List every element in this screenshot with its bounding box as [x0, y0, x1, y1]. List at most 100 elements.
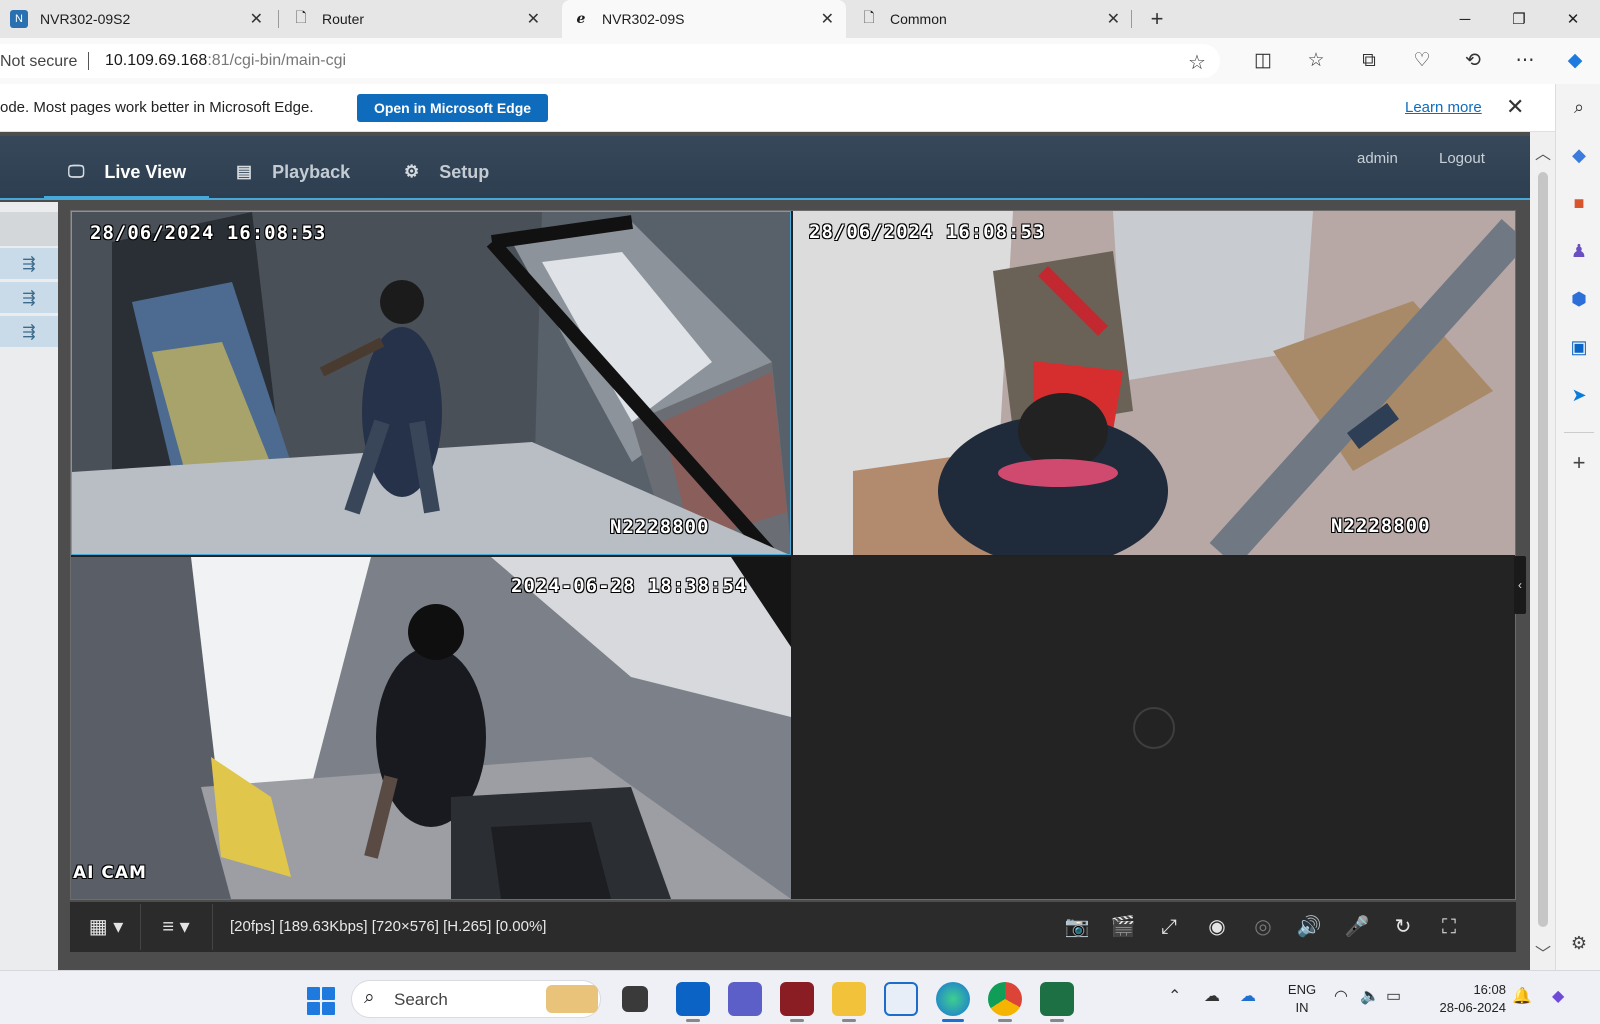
- chrome-browser-icon[interactable]: [988, 982, 1022, 1016]
- fisheye-icon[interactable]: ◎: [1250, 914, 1276, 940]
- 3d-positioning-icon[interactable]: ↻: [1390, 914, 1416, 940]
- refresh-ie-mode-icon[interactable]: ⟲: [1460, 48, 1486, 74]
- search-icon[interactable]: ⌕: [1566, 94, 1592, 120]
- taskbar-search-box[interactable]: ⌕ Search: [351, 980, 601, 1018]
- remote-desktop-icon[interactable]: [884, 982, 918, 1016]
- no-camera-icon: [1133, 707, 1175, 749]
- edge-browser-icon[interactable]: [936, 982, 970, 1016]
- url-box[interactable]: Not secure 10.109.69.168:81/cgi-bin/main…: [0, 44, 1220, 78]
- microsoft365-icon[interactable]: ⬢: [1566, 286, 1592, 312]
- favorite-star-icon[interactable]: ☆: [1188, 50, 1206, 75]
- nav-label: Setup: [439, 161, 490, 182]
- channel-row[interactable]: ⇶: [0, 316, 58, 348]
- send-icon[interactable]: ➤: [1566, 382, 1592, 408]
- add-icon[interactable]: +: [1566, 450, 1592, 476]
- favorites-icon[interactable]: ☆: [1303, 48, 1329, 74]
- windows-taskbar: ⌕ Search ⌃ ☁ ☁ ENG IN ◠ 🔈 ▭ 16:08 28-06-…: [0, 970, 1600, 1024]
- close-window-button[interactable]: ✕: [1546, 0, 1600, 38]
- url-text[interactable]: 10.109.69.168:81/cgi-bin/main-cgi: [105, 52, 346, 70]
- tab-nvr302-09s[interactable]: e NVR302-09S ✕: [562, 0, 846, 38]
- ie-icon: e: [576, 11, 586, 27]
- outlook-app-icon[interactable]: [676, 982, 710, 1016]
- collections-icon[interactable]: ⧉: [1356, 48, 1382, 74]
- tab-router[interactable]: 🗋 Router ✕: [282, 0, 552, 38]
- close-icon[interactable]: ✕: [527, 9, 540, 29]
- stream-switch-icon[interactable]: ⇶: [22, 254, 35, 274]
- copilot-icon[interactable]: ◆: [1562, 48, 1588, 74]
- film-icon: ▤: [236, 162, 253, 181]
- restore-button[interactable]: ❐: [1492, 0, 1546, 38]
- stream-switch-icon[interactable]: ⇶: [22, 322, 35, 342]
- video-cell-2[interactable]: 28/06/2024 16:08:53 N2228800: [793, 211, 1515, 555]
- video-cell-4-empty[interactable]: [793, 557, 1515, 899]
- scrollbar-thumb[interactable]: [1538, 172, 1548, 927]
- teams-app-icon[interactable]: [728, 982, 762, 1016]
- gear-icon[interactable]: ⚙: [1566, 930, 1592, 956]
- open-in-edge-button[interactable]: Open in Microsoft Edge: [357, 94, 548, 122]
- outlook-icon[interactable]: ▣: [1566, 334, 1592, 360]
- split-screen-icon[interactable]: ◫: [1250, 48, 1276, 74]
- snapshot-camera-icon[interactable]: 📷: [1064, 914, 1090, 940]
- stream-type-icon[interactable]: ≡ ▾: [154, 914, 198, 940]
- grid-layout-icon[interactable]: ▦ ▾: [84, 914, 128, 940]
- talk-microphone-icon[interactable]: 🎤: [1344, 914, 1370, 940]
- collapse-panel-button[interactable]: ‹: [1514, 556, 1526, 614]
- video-cell-3[interactable]: 2024-06-28 18:38:54 AI CAM: [71, 557, 791, 899]
- chevron-down-icon[interactable]: ﹀: [1535, 940, 1551, 964]
- games-icon[interactable]: ♟: [1566, 238, 1592, 264]
- camera-3-feed-image: [71, 557, 791, 899]
- fullscreen-icon[interactable]: ⛶: [1436, 914, 1462, 940]
- browser-essentials-icon[interactable]: ♡: [1409, 48, 1435, 74]
- tab-common[interactable]: 🗋 Common ✕: [850, 0, 1132, 38]
- wifi-icon[interactable]: ◠: [1334, 986, 1348, 1006]
- sidebar-divider: [1564, 432, 1594, 433]
- minimize-button[interactable]: ─: [1438, 0, 1492, 38]
- page-scrollbar[interactable]: ︿ ﹀: [1530, 132, 1555, 970]
- nav-live-view[interactable]: 🖵 Live View: [68, 158, 186, 186]
- close-icon[interactable]: ✕: [821, 9, 834, 29]
- task-view-icon[interactable]: [622, 986, 648, 1012]
- control-divider: [140, 904, 141, 950]
- active-tab-underline: [44, 196, 209, 200]
- search-placeholder: Search: [394, 990, 448, 1009]
- app-icon[interactable]: [780, 982, 814, 1016]
- clock[interactable]: 16:08 28-06-2024: [1420, 981, 1507, 1017]
- digital-zoom-icon[interactable]: ⤢: [1156, 914, 1182, 940]
- tab-nvr302-09s2[interactable]: N NVR302-09S2 ✕: [0, 0, 275, 38]
- channel-row[interactable]: ⇶: [0, 282, 58, 314]
- close-icon[interactable]: ✕: [1506, 94, 1524, 120]
- ptz-control-icon[interactable]: ◉: [1204, 914, 1230, 940]
- copilot-taskbar-icon[interactable]: ◆: [1552, 986, 1564, 1006]
- tab-divider: [1131, 10, 1132, 28]
- tools-icon[interactable]: ■: [1566, 190, 1592, 216]
- file-explorer-icon[interactable]: [832, 982, 866, 1016]
- more-menu-icon[interactable]: ⋯: [1512, 48, 1538, 74]
- shopping-tag-icon[interactable]: ◆: [1566, 142, 1592, 168]
- language-indicator[interactable]: ENG IN: [1282, 981, 1322, 1017]
- nav-playback[interactable]: ▤ Playback: [236, 158, 350, 186]
- excel-app-icon[interactable]: [1040, 982, 1074, 1016]
- video-cell-1[interactable]: 28/06/2024 16:08:53 N2228800: [71, 211, 791, 555]
- chevron-up-icon[interactable]: ⌃: [1168, 986, 1181, 1006]
- onedrive-cloud-icon[interactable]: ☁: [1204, 986, 1220, 1006]
- nav-setup[interactable]: ⚙ Setup: [404, 158, 489, 186]
- notification-bell-icon[interactable]: 🔔: [1512, 986, 1532, 1006]
- speaker-icon[interactable]: 🔊: [1296, 914, 1322, 940]
- chevron-up-icon[interactable]: ︿: [1535, 140, 1551, 164]
- onedrive-sync-icon[interactable]: ☁: [1240, 986, 1256, 1006]
- stream-switch-icon[interactable]: ⇶: [22, 288, 35, 308]
- user-name[interactable]: admin: [1357, 150, 1398, 167]
- not-secure-label[interactable]: Not secure: [0, 53, 77, 71]
- tab-title: NVR302-09S2: [40, 11, 131, 27]
- channel-row[interactable]: ⇶: [0, 248, 58, 280]
- new-tab-button[interactable]: +: [1142, 4, 1172, 34]
- record-clapper-icon[interactable]: 🎬: [1110, 914, 1136, 940]
- control-divider: [212, 904, 213, 950]
- windows-start-icon[interactable]: [307, 987, 335, 1015]
- battery-icon[interactable]: ▭: [1386, 986, 1401, 1006]
- close-icon[interactable]: ✕: [250, 9, 263, 29]
- learn-more-link[interactable]: Learn more: [1405, 99, 1482, 116]
- volume-icon[interactable]: 🔈: [1360, 986, 1380, 1006]
- logout-link[interactable]: Logout: [1439, 150, 1485, 167]
- close-icon[interactable]: ✕: [1107, 9, 1120, 29]
